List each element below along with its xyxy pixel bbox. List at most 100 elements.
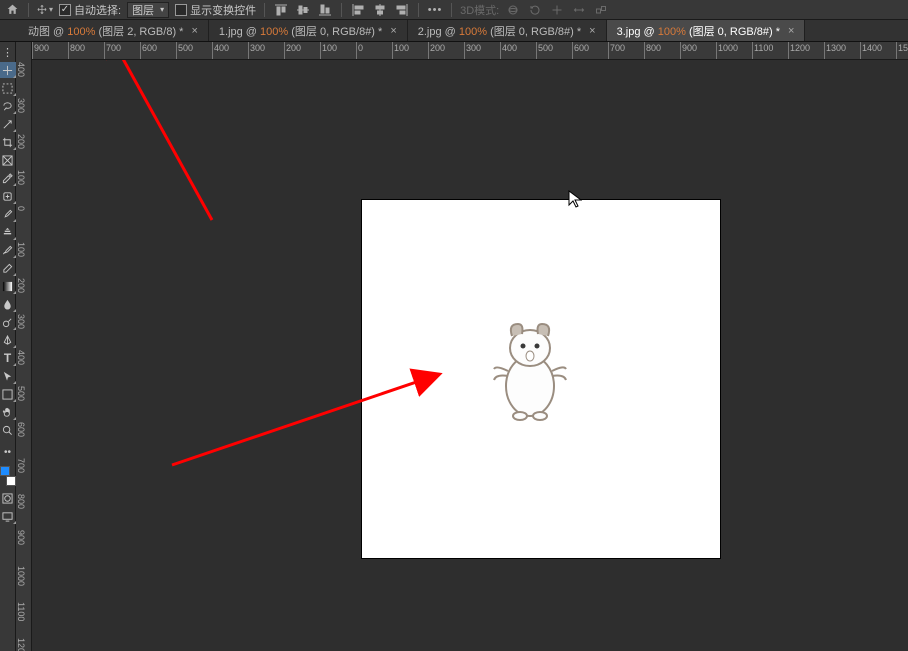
auto-select-label: 自动选择: xyxy=(74,2,121,18)
ruler-tick-label: 0 xyxy=(358,43,363,53)
ruler-tick-label: 1400 xyxy=(862,43,882,53)
shape-tool[interactable] xyxy=(0,386,16,402)
ruler-tick-label: 200 xyxy=(16,134,25,149)
auto-select-checkbox[interactable]: 自动选择: xyxy=(59,2,121,18)
move-tool-icon[interactable]: ▾ xyxy=(37,2,53,18)
layer-dropdown-label: 图层 xyxy=(132,2,154,18)
document-tab[interactable]: 2.jpg @ 100% (图层 0, RGB/8#) * × xyxy=(408,20,607,41)
ruler-tick-label: 800 xyxy=(70,43,85,53)
crop-tool[interactable] xyxy=(0,134,16,150)
ruler-tick-label: 600 xyxy=(142,43,157,53)
ruler-tick-label: 1200 xyxy=(790,43,810,53)
slide-3d-icon xyxy=(571,2,587,18)
clone-stamp-tool[interactable] xyxy=(0,224,16,240)
vertical-ruler[interactable]: 4003002001000100200300400500600700800900… xyxy=(16,42,32,651)
type-tool[interactable]: T xyxy=(0,350,16,366)
align-hcenter-icon[interactable] xyxy=(372,2,388,18)
eraser-tool[interactable] xyxy=(0,260,16,276)
ruler-tick-label: 500 xyxy=(538,43,553,53)
ruler-tick-label: 900 xyxy=(34,43,49,53)
annotation-arrow xyxy=(92,60,252,240)
ruler-tick-label: 1300 xyxy=(826,43,846,53)
ruler-tick-label: 900 xyxy=(16,530,25,545)
ruler-tick-label: 700 xyxy=(16,458,25,473)
frame-tool[interactable] xyxy=(0,152,16,168)
edit-toolbar-icon[interactable]: •• xyxy=(0,444,16,460)
ruler-tick-label: 1000 xyxy=(718,43,738,53)
foreground-color-swatch[interactable] xyxy=(0,466,10,476)
document-tab[interactable]: 3.jpg @ 100% (图层 0, RGB/8#) * × xyxy=(607,20,806,41)
blur-tool[interactable] xyxy=(0,296,16,312)
gradient-tool[interactable] xyxy=(0,278,16,294)
show-transform-checkbox[interactable]: 显示变换控件 xyxy=(175,2,256,18)
divider xyxy=(451,3,452,17)
hamster-image xyxy=(480,316,580,426)
marquee-tool[interactable] xyxy=(0,80,16,96)
brush-tool[interactable] xyxy=(0,206,16,222)
align-right-icon[interactable] xyxy=(394,2,410,18)
ruler-tick-label: 200 xyxy=(16,278,25,293)
pan-3d-icon xyxy=(549,2,565,18)
collapse-handle-icon[interactable]: ⋮ xyxy=(0,44,16,60)
toolbox: ⋮ T •• xyxy=(0,42,16,651)
ruler-tick-label: 300 xyxy=(16,314,25,329)
ruler-tick-label: 1100 xyxy=(16,602,25,621)
tab-title: 3.jpg @ 100% (图层 0, RGB/8#) * xyxy=(617,23,780,39)
mode-3d-label: 3D模式: xyxy=(460,2,499,18)
ruler-tick-label: 200 xyxy=(430,43,445,53)
orbit-3d-icon xyxy=(505,2,521,18)
pen-tool[interactable] xyxy=(0,332,16,348)
ruler-tick-label: 400 xyxy=(16,62,25,77)
ruler-tick-label: 900 xyxy=(682,43,697,53)
path-selection-tool[interactable] xyxy=(0,368,16,384)
align-vcenter-icon[interactable] xyxy=(295,2,311,18)
foreground-background-swatches[interactable] xyxy=(0,466,16,486)
close-icon[interactable]: × xyxy=(390,25,396,37)
close-icon[interactable]: × xyxy=(191,25,197,37)
ruler-tick-label: 400 xyxy=(214,43,229,53)
scale-3d-icon xyxy=(593,2,609,18)
ruler-tick-label: 300 xyxy=(466,43,481,53)
home-icon[interactable] xyxy=(4,2,20,18)
align-left-icon[interactable] xyxy=(350,2,366,18)
close-icon[interactable]: × xyxy=(589,25,595,37)
ruler-tick-label: 100 xyxy=(16,242,25,257)
document-canvas[interactable] xyxy=(362,200,720,558)
eyedropper-tool[interactable] xyxy=(0,170,16,186)
close-icon[interactable]: × xyxy=(788,25,794,37)
history-brush-tool[interactable] xyxy=(0,242,16,258)
align-bottom-icon[interactable] xyxy=(317,2,333,18)
rotate-3d-icon xyxy=(527,2,543,18)
layer-dropdown[interactable]: 图层 ▾ xyxy=(127,2,169,18)
dodge-tool[interactable] xyxy=(0,314,16,330)
horizontal-ruler[interactable]: 900 800 700 600 500 400 300 200 1000 100 200 300 400… xyxy=(32,42,908,60)
background-color-swatch[interactable] xyxy=(6,476,16,486)
more-options-icon[interactable]: ••• xyxy=(427,2,443,18)
quick-mask-toggle[interactable] xyxy=(0,490,16,506)
zoom-tool[interactable] xyxy=(0,422,16,438)
canvas-stage[interactable] xyxy=(32,60,908,651)
ruler-tick-label: 700 xyxy=(610,43,625,53)
ruler-tick-label: 200 xyxy=(286,43,301,53)
options-bar: ▾ 自动选择: 图层 ▾ 显示变换控件 ••• 3D模式: xyxy=(0,0,908,20)
ruler-tick-label: 400 xyxy=(16,350,25,365)
document-tab[interactable]: 1.jpg @ 100% (图层 0, RGB/8#) * × xyxy=(209,20,408,41)
screen-mode-toggle[interactable] xyxy=(0,508,16,524)
chevron-down-icon: ▾ xyxy=(160,5,164,14)
hand-tool[interactable] xyxy=(0,404,16,420)
ruler-tick-label: 0 xyxy=(16,206,25,211)
document-tab[interactable]: 动图 @ 100% (图层 2, RGB/8) * × xyxy=(18,20,209,41)
magic-wand-tool[interactable] xyxy=(0,116,16,132)
ruler-tick-label: 100 xyxy=(394,43,409,53)
ruler-tick-label: 400 xyxy=(502,43,517,53)
show-transform-label: 显示变换控件 xyxy=(190,2,256,18)
lasso-tool[interactable] xyxy=(0,98,16,114)
ruler-tick-label: 700 xyxy=(106,43,121,53)
ruler-tick-label: 300 xyxy=(16,98,25,113)
ruler-tick-label: 600 xyxy=(574,43,589,53)
healing-brush-tool[interactable] xyxy=(0,188,16,204)
move-tool[interactable] xyxy=(0,62,16,78)
ruler-tick-label: 300 xyxy=(250,43,265,53)
align-top-icon[interactable] xyxy=(273,2,289,18)
tab-title: 2.jpg @ 100% (图层 0, RGB/8#) * xyxy=(418,23,581,39)
